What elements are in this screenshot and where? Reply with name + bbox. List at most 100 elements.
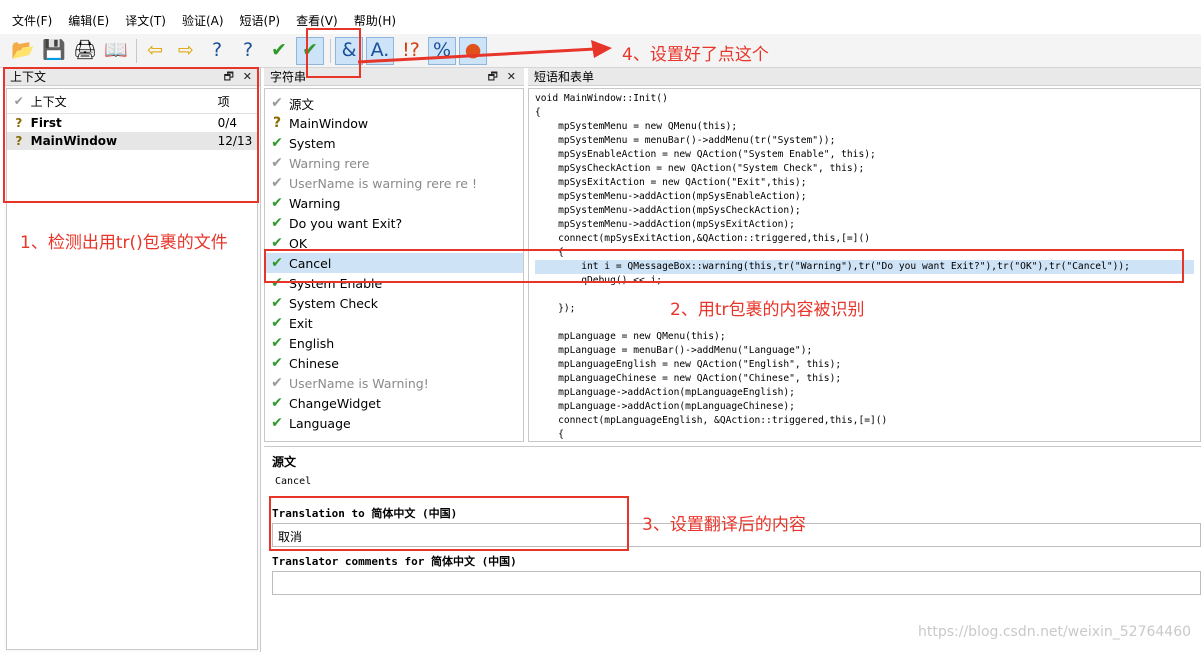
list-item[interactable]: ✔ OK bbox=[265, 233, 523, 253]
comments-input[interactable] bbox=[272, 571, 1201, 595]
comments-label: Translator comments for 简体中文 (中国) bbox=[272, 555, 517, 568]
check-icon: ✔ bbox=[271, 255, 283, 271]
prev-unfinished-button[interactable]: ? bbox=[204, 38, 230, 64]
prev-unfinished-icon: ? bbox=[211, 39, 223, 61]
check-icon: ✔ bbox=[271, 415, 283, 431]
done-next-icon: ✔ bbox=[302, 39, 318, 61]
menu-item[interactable]: 帮助(H) bbox=[346, 8, 404, 34]
list-item[interactable]: ✔ Chinese bbox=[265, 353, 523, 373]
annotation-1: 1、检测出用tr()包裹的文件 bbox=[20, 233, 228, 253]
code-line: mpLanguageChinese = new QAction("Chinese… bbox=[535, 373, 842, 384]
context-dock-header: 上下文 🗗 ✕ bbox=[4, 68, 260, 86]
check-icon: ✔ bbox=[271, 335, 283, 351]
list-item[interactable]: ✔ Warning rere bbox=[265, 153, 523, 173]
context-rows: ? First 0/4? MainWindow 12/13 bbox=[7, 114, 257, 150]
source-code-view[interactable]: void MainWindow::Init() { mpSystemMenu =… bbox=[528, 88, 1201, 442]
check-icon: ✔ bbox=[271, 355, 283, 371]
code-dock-header: 短语和表单 bbox=[528, 68, 1201, 86]
list-item[interactable]: ✔ Cancel bbox=[265, 253, 523, 273]
code-line: mpSystemMenu->addAction(mpSysEnableActio… bbox=[535, 191, 807, 202]
code-line: mpLanguage = new QMenu(this); bbox=[535, 331, 726, 342]
string-text: System Enable bbox=[289, 275, 383, 291]
list-item[interactable]: ✔ System Check bbox=[265, 293, 523, 313]
list-item[interactable]: ✔ System Enable bbox=[265, 273, 523, 293]
check-icon: ✔ bbox=[271, 155, 283, 171]
save-button[interactable]: 💾 bbox=[41, 38, 67, 64]
string-text: Chinese bbox=[289, 355, 339, 371]
menu-item[interactable]: 短语(P) bbox=[232, 8, 289, 34]
next-button[interactable]: ⇨ bbox=[173, 38, 199, 64]
next-unfinished-icon: ? bbox=[242, 39, 254, 61]
code-line: mpSystemMenu->addAction(mpSysExitAction)… bbox=[535, 219, 795, 230]
save-icon: 💾 bbox=[42, 39, 66, 61]
list-item[interactable]: ✔ Language bbox=[265, 413, 523, 433]
check-icon: ✔ bbox=[271, 95, 283, 111]
float-icon[interactable]: 🗗 bbox=[488, 68, 498, 86]
string-text: 源文 bbox=[289, 96, 315, 112]
done-button[interactable]: ✔ bbox=[266, 38, 292, 64]
count-column-header[interactable]: 项 bbox=[218, 93, 257, 110]
question-icon: ? bbox=[272, 115, 282, 131]
print-button[interactable]: 🖨 bbox=[72, 38, 98, 64]
context-count: 0/4 bbox=[217, 116, 237, 130]
float-icon[interactable]: 🗗 bbox=[224, 68, 234, 86]
list-item[interactable]: ✔ Do you want Exit? bbox=[265, 213, 523, 233]
code-line: { bbox=[535, 429, 564, 440]
list-item[interactable]: ✔ System bbox=[265, 133, 523, 153]
menu-item[interactable]: 查看(V) bbox=[288, 8, 346, 34]
open-icon: 📂 bbox=[11, 39, 35, 61]
list-item[interactable]: ✔ English bbox=[265, 333, 523, 353]
prev-button[interactable]: ⇦ bbox=[142, 38, 168, 64]
list-item[interactable]: ✔ Exit bbox=[265, 313, 523, 333]
list-item[interactable]: ✔ 源文 bbox=[265, 93, 523, 113]
menu-bar: 文件(F) 编辑(E) 译文(T) 验证(A) 短语(P) 查看(V) 帮助(H) bbox=[0, 8, 1201, 34]
table-row[interactable]: ? First 0/4 bbox=[7, 114, 257, 132]
string-text: UserName is Warning! bbox=[289, 375, 429, 391]
list-item[interactable]: ✔ UserName is Warning! bbox=[265, 373, 523, 393]
strings-list: ✔ 源文? MainWindow ✔ System ✔ Warning rere ✔ UserN… bbox=[264, 88, 524, 442]
code-line: mpSystemMenu = new QMenu(this); bbox=[535, 121, 738, 132]
context-dock-title: 上下文 bbox=[10, 70, 47, 84]
check-icon: ✔ bbox=[271, 315, 283, 331]
table-row[interactable]: ? MainWindow 12/13 bbox=[7, 132, 257, 150]
phrasebook-button[interactable]: 📖 bbox=[103, 38, 129, 64]
next-unfinished-button[interactable]: ? bbox=[235, 38, 261, 64]
code-line: mpSystemMenu = menuBar()->addMenu(tr("Sy… bbox=[535, 135, 836, 146]
done-next-button[interactable]: ✔ bbox=[296, 36, 324, 65]
menu-item[interactable]: 验证(A) bbox=[174, 8, 232, 34]
code-line: int i = QMessageBox::warning(this,tr("Wa… bbox=[535, 260, 1194, 274]
list-item[interactable]: ✔ UserName is warning rere re ! bbox=[265, 173, 523, 193]
check-icon: ✔ bbox=[271, 215, 283, 231]
code-line: mpLanguage->addAction(mpLanguageChinese)… bbox=[535, 401, 795, 412]
prev-icon: ⇦ bbox=[147, 39, 163, 61]
code-dock-title: 短语和表单 bbox=[534, 70, 595, 84]
open-button[interactable]: 📂 bbox=[10, 38, 36, 64]
list-item[interactable]: ? MainWindow bbox=[265, 113, 523, 133]
close-icon[interactable]: ✕ bbox=[243, 68, 252, 86]
string-text: ChangeWidget bbox=[289, 395, 381, 411]
done-icon: ✔ bbox=[271, 39, 287, 61]
translation-label: Translation to 简体中文 (中国) bbox=[272, 507, 458, 520]
string-text: System Check bbox=[289, 295, 379, 311]
code-line: void MainWindow::Init() bbox=[535, 93, 668, 104]
close-icon[interactable]: ✕ bbox=[507, 68, 516, 86]
annotation-4: 4、设置好了点这个 bbox=[622, 45, 769, 65]
toolbar-separator bbox=[136, 38, 137, 63]
title-strip bbox=[0, 0, 1201, 8]
menu-item[interactable]: 译文(T) bbox=[117, 8, 174, 34]
code-line: mpSystemMenu->addAction(mpSysCheckAction… bbox=[535, 205, 801, 216]
string-text: Cancel bbox=[289, 255, 332, 271]
list-item[interactable]: ✔ Warning bbox=[265, 193, 523, 213]
string-text: Warning rere bbox=[289, 155, 370, 171]
question-icon: ? bbox=[15, 134, 23, 148]
code-dock: 短语和表单 void MainWindow::Init() { mpSystem… bbox=[528, 68, 1201, 443]
annotation-arrow bbox=[357, 40, 612, 64]
menu-item[interactable]: 编辑(E) bbox=[60, 8, 117, 34]
string-text: Language bbox=[289, 415, 351, 431]
menu-item[interactable]: 文件(F) bbox=[4, 8, 60, 34]
check-icon: ✔ bbox=[271, 235, 283, 251]
list-item[interactable]: ✔ ChangeWidget bbox=[265, 393, 523, 413]
strings-dock-header: 字符串 🗗 ✕ bbox=[264, 68, 524, 86]
code-line: { bbox=[535, 247, 564, 258]
context-column-header[interactable]: 上下文 bbox=[31, 93, 218, 110]
